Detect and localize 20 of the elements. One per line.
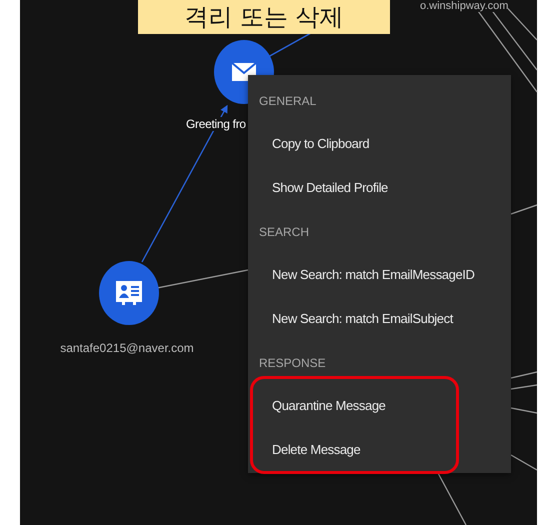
- edge-line: [437, 472, 467, 525]
- menu-item[interactable]: New Search: match EmailMessageID: [253, 252, 512, 296]
- node-label: santafe0215@naver.com: [60, 341, 194, 355]
- menu-item[interactable]: Copy to Clipboard: [253, 121, 512, 165]
- edge-line: [510, 454, 538, 471]
- menu-item[interactable]: New Search: match EmailSubject: [253, 296, 512, 340]
- callout-banner: 격리 또는 삭제: [138, 0, 390, 34]
- edge-line: [510, 371, 538, 379]
- edge-line: [510, 204, 538, 215]
- menu-section-header: GENERAL: [258, 93, 318, 110]
- node-label: o.winshipway.com: [420, 0, 508, 12]
- menu-section-header: RESPONSE: [258, 355, 327, 372]
- menu-item[interactable]: Delete Message: [253, 427, 512, 471]
- edge-line: [510, 407, 538, 414]
- node-label: Greeting fro: [186, 117, 246, 131]
- menu-item[interactable]: Show Detailed Profile: [253, 165, 512, 209]
- menu-item[interactable]: Quarantine Message: [253, 383, 512, 427]
- contact-card-icon: [116, 281, 142, 305]
- menu-section-header: SEARCH: [258, 224, 310, 241]
- edge-line: [510, 384, 538, 390]
